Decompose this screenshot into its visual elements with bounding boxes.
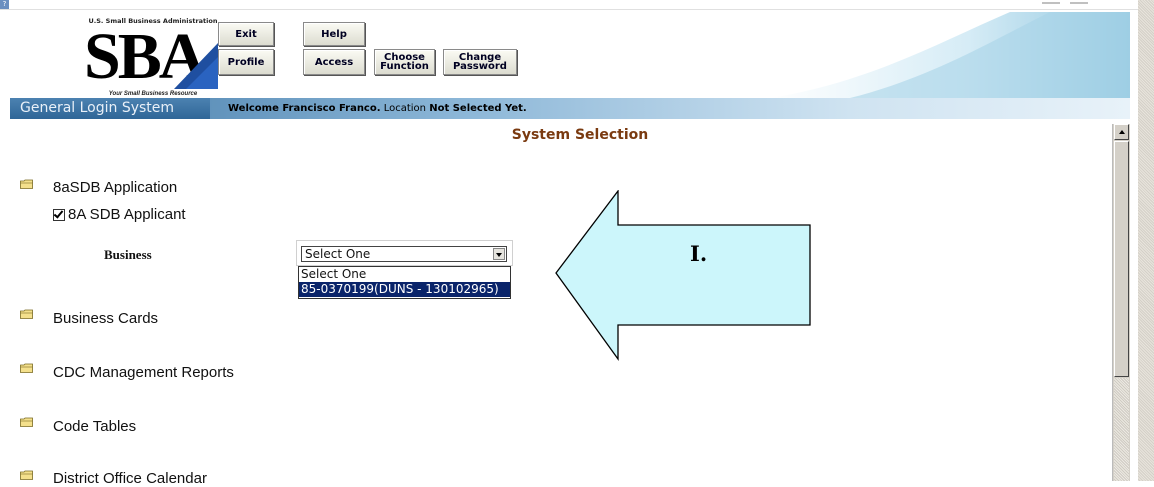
exit-button[interactable]: Exit <box>218 22 274 46</box>
business-label: Business <box>104 247 152 262</box>
top-strip <box>0 0 1154 10</box>
business-option[interactable]: Select One <box>299 267 510 282</box>
profile-button[interactable]: Profile <box>218 49 274 75</box>
choose-function-button[interactable]: Choose Function <box>374 49 435 75</box>
help-button[interactable]: Help <box>303 22 365 46</box>
business-select[interactable]: Select One <box>296 240 513 266</box>
change-password-button[interactable]: Change Password <box>443 49 517 75</box>
logo-tagline: Your Small Business Resource <box>108 91 198 97</box>
folder-icon[interactable] <box>20 363 33 373</box>
help-icon[interactable]: ? <box>0 0 9 9</box>
location-value: Not Selected Yet. <box>429 103 527 114</box>
access-button[interactable]: Access <box>303 49 365 75</box>
content-scrollbar[interactable] <box>1112 124 1130 481</box>
change-password-label-2: Password <box>453 61 507 72</box>
window-control[interactable] <box>1070 2 1088 4</box>
business-options-list[interactable]: Select One 85-0370199(DUNS - 130102965) <box>298 266 511 299</box>
system-item-8asdb-application[interactable]: 8aSDB Application <box>53 179 177 196</box>
system-item-district-office-calendar[interactable]: District Office Calendar <box>53 470 207 487</box>
scroll-up-icon[interactable] <box>1114 124 1129 140</box>
business-option-highlighted[interactable]: 85-0370199(DUNS - 130102965) <box>299 282 510 297</box>
system-item-cdc-management-reports[interactable]: CDC Management Reports <box>53 364 234 381</box>
location-label: Location <box>383 103 427 114</box>
window-scrollbar[interactable] <box>1138 0 1154 481</box>
system-title: General Login System <box>10 98 210 119</box>
choose-function-label-2: Function <box>380 61 429 72</box>
applicant-checkbox[interactable] <box>53 208 65 221</box>
callout-label: I. <box>690 241 708 266</box>
callout-arrow-graphic <box>555 190 811 362</box>
page-title: System Selection <box>511 127 649 143</box>
folder-icon[interactable] <box>20 470 33 480</box>
system-item-business-cards[interactable]: Business Cards <box>53 310 158 327</box>
system-item-code-tables[interactable]: Code Tables <box>53 418 136 435</box>
window-control[interactable] <box>1042 2 1060 4</box>
folder-icon[interactable] <box>20 309 33 319</box>
business-select-face[interactable]: Select One <box>301 246 507 262</box>
subsystem-8a-sdb-applicant[interactable]: 8A SDB Applicant <box>53 206 186 223</box>
scroll-thumb[interactable] <box>1114 141 1129 377</box>
welcome-user: Welcome Francisco Franco. <box>228 103 381 114</box>
subsystem-label: 8A SDB Applicant <box>68 206 186 223</box>
scroll-track[interactable] <box>1114 378 1129 481</box>
chevron-down-icon[interactable] <box>493 248 505 260</box>
sba-logo: U.S. Small Business Administration SBA Y… <box>82 17 224 98</box>
business-selected-value: Select One <box>305 247 371 261</box>
folder-icon[interactable] <box>20 179 33 189</box>
welcome-message: Welcome Francisco Franco. Location Not S… <box>228 98 527 119</box>
page-header: U.S. Small Business Administration SBA Y… <box>10 12 1130 98</box>
folder-icon[interactable] <box>20 417 33 427</box>
logo-triangle-graphic <box>174 43 218 89</box>
